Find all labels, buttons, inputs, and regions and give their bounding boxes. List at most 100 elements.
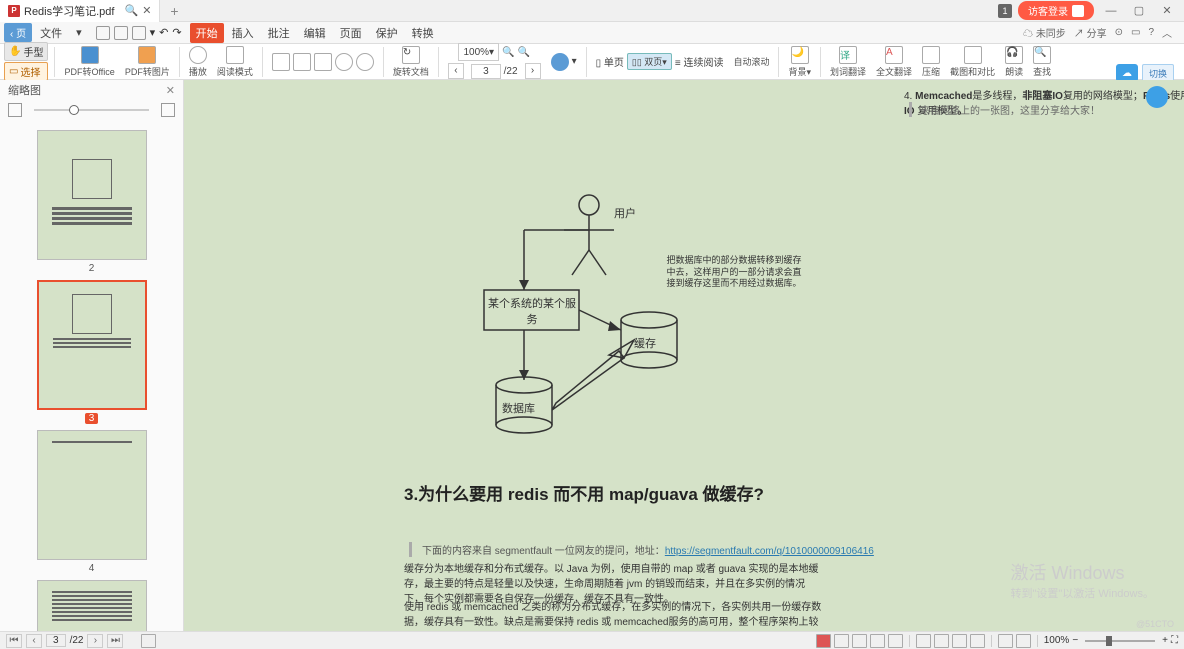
word-translate-button[interactable]: 译 划词翻译 — [827, 46, 869, 78]
thumb-size-slider[interactable] — [34, 109, 149, 111]
maximize-button[interactable]: ▢ — [1128, 4, 1150, 17]
next-page-status-button[interactable]: › — [87, 634, 103, 648]
layout-2-icon[interactable] — [934, 634, 949, 648]
print-icon[interactable] — [132, 26, 146, 40]
layout-1-icon[interactable] — [916, 634, 931, 648]
doc-quote-link[interactable]: https://segmentfault.com/q/1010000009106… — [665, 546, 874, 557]
zoom-level[interactable]: 100% ▾ — [458, 43, 499, 61]
thumbnails-close-icon[interactable]: ✕ — [166, 84, 175, 97]
zoom-out-button[interactable]: − — [1072, 635, 1078, 646]
help-icon[interactable]: ? — [1148, 27, 1154, 38]
view-mode-3-icon[interactable] — [852, 634, 867, 648]
document-tab[interactable]: P Redis学习笔记.pdf 🔍 ✕ — [0, 0, 160, 22]
tab-search-icon[interactable]: 🔍 — [124, 4, 138, 17]
thumbnail-page-2[interactable]: 2 — [37, 130, 147, 274]
eye-protect-chevron[interactable]: ▾ — [572, 56, 577, 67]
thumbnail-page-5[interactable]: 5 — [37, 580, 147, 631]
thumb-tool-1[interactable] — [8, 103, 22, 117]
menu-convert[interactable]: 转换 — [406, 23, 440, 43]
fullscreen-icon[interactable]: ⛶ — [1171, 635, 1178, 646]
pdf-to-office-button[interactable]: PDF转Office — [61, 46, 117, 78]
view-ico-4[interactable] — [335, 53, 353, 71]
nav-back[interactable]: ‹ 页 — [4, 23, 32, 42]
page-current-input[interactable]: 3 — [471, 64, 501, 79]
menu-edit[interactable]: 编辑 — [298, 23, 332, 43]
menu-protect[interactable]: 保护 — [370, 23, 404, 43]
thumbnail-page-4[interactable]: 4 — [37, 430, 147, 574]
first-page-button[interactable]: ⏮ — [6, 634, 22, 648]
menu-start[interactable]: 开始 — [190, 23, 224, 43]
share-button[interactable]: ↗ 分享 — [1074, 25, 1107, 40]
qa-dropdown[interactable]: ▾ — [150, 26, 156, 40]
more-icon[interactable]: ▭ — [1131, 27, 1140, 38]
select-tool-button[interactable]: ▭ 选择 — [4, 62, 48, 81]
view-ico-5[interactable] — [356, 53, 374, 71]
floating-tool-button[interactable] — [1146, 86, 1168, 108]
thumb-2-label: 2 — [89, 263, 95, 274]
new-tab-button[interactable]: + — [160, 3, 188, 19]
continuous-read-button[interactable]: ≡ 连续阅读 — [675, 54, 724, 69]
full-translate-button[interactable]: A 全文翻译 — [873, 46, 915, 78]
fit-1-icon[interactable] — [998, 634, 1013, 648]
zoom-slider[interactable] — [1085, 640, 1155, 642]
document-viewport[interactable]: 4. Memcached是多线程，非阻塞IO复用的网络模型；Redis使用单线程… — [184, 80, 1184, 631]
view-ico-2[interactable] — [293, 53, 311, 71]
compress-button[interactable]: 压缩 — [919, 46, 943, 78]
menu-page[interactable]: 页面 — [334, 23, 368, 43]
layout-4-icon[interactable] — [970, 634, 985, 648]
open-icon[interactable] — [96, 26, 110, 40]
status-zoom-value[interactable]: 100% — [1044, 635, 1070, 646]
menu-insert[interactable]: 插入 — [226, 23, 260, 43]
minimize-button[interactable]: — — [1100, 5, 1122, 17]
single-page-button[interactable]: ▯ 单页 — [596, 54, 624, 69]
menu-file[interactable]: 文件 — [34, 23, 68, 43]
status-page-current[interactable]: 3 — [53, 635, 59, 646]
menu-dropdown[interactable]: ▾ — [70, 24, 88, 41]
background-button[interactable]: 🌙 背景▾ — [785, 46, 814, 78]
zoom-in-button[interactable]: + — [1162, 635, 1168, 646]
thumbnail-page-3[interactable]: 3 — [37, 280, 147, 424]
prev-page-status-button[interactable]: ‹ — [26, 634, 42, 648]
close-window-button[interactable]: ✕ — [1156, 4, 1178, 17]
fit-2-icon[interactable] — [1016, 634, 1031, 648]
eye-protect-icon[interactable] — [551, 53, 569, 71]
login-button[interactable]: 访客登录 — [1018, 1, 1094, 20]
dual-page-button[interactable]: ▯▯ 双页▾ — [627, 53, 672, 70]
view-mode-2-icon[interactable] — [834, 634, 849, 648]
view-ico-1[interactable] — [272, 53, 290, 71]
auto-scroll-button[interactable]: 自动滚动 — [730, 55, 772, 68]
collapse-ribbon-icon[interactable]: ︿ — [1162, 25, 1172, 40]
avatar-icon — [1072, 5, 1084, 17]
undo-icon[interactable]: ↶ — [159, 26, 168, 40]
next-page-button[interactable]: › — [525, 63, 541, 79]
doc-quote-source: 下面的内容来自 segmentfault 一位网友的提问，地址：https://… — [409, 542, 874, 557]
read-mode-button[interactable]: 阅读模式 — [214, 46, 256, 78]
pdf-icon: P — [8, 5, 20, 17]
zoom-in-icon[interactable]: 🔍 — [518, 47, 530, 58]
settings-dots-icon[interactable]: ⊙ — [1115, 27, 1123, 38]
screenshot-compare-button[interactable]: 截图和对比 — [947, 46, 998, 78]
cloud-unsync[interactable]: ☁ 未同步 — [1023, 25, 1066, 40]
hand-tool-button[interactable]: ✋ 手型 — [4, 42, 48, 61]
tab-close-icon[interactable]: ✕ — [142, 4, 151, 17]
pdf-to-image-button[interactable]: PDF转图片 — [122, 46, 173, 78]
status-tool-icon[interactable] — [141, 634, 156, 648]
thumb-tool-2[interactable] — [161, 103, 175, 117]
thumb-4-label: 4 — [89, 563, 95, 574]
redo-icon[interactable]: ↷ — [172, 26, 181, 40]
play-button[interactable]: 播放 — [186, 46, 210, 78]
view-mode-4-icon[interactable] — [870, 634, 885, 648]
layout-3-icon[interactable] — [952, 634, 967, 648]
read-aloud-button[interactable]: 🎧 朗读 — [1002, 46, 1026, 78]
last-page-button[interactable]: ⏭ — [107, 634, 123, 648]
zoom-out-icon[interactable]: 🔍 — [502, 47, 514, 58]
view-mode-5-icon[interactable] — [888, 634, 903, 648]
view-mode-1-icon[interactable] — [816, 634, 831, 648]
save-icon[interactable] — [114, 26, 128, 40]
notification-badge[interactable]: 1 — [998, 4, 1012, 18]
find-button[interactable]: 🔍 查找 — [1030, 46, 1054, 78]
rotate-doc-button[interactable]: ↻ 旋转文档 — [390, 46, 432, 78]
view-ico-3[interactable] — [314, 53, 332, 71]
menu-annotate[interactable]: 批注 — [262, 23, 296, 43]
prev-page-button[interactable]: ‹ — [448, 63, 464, 79]
